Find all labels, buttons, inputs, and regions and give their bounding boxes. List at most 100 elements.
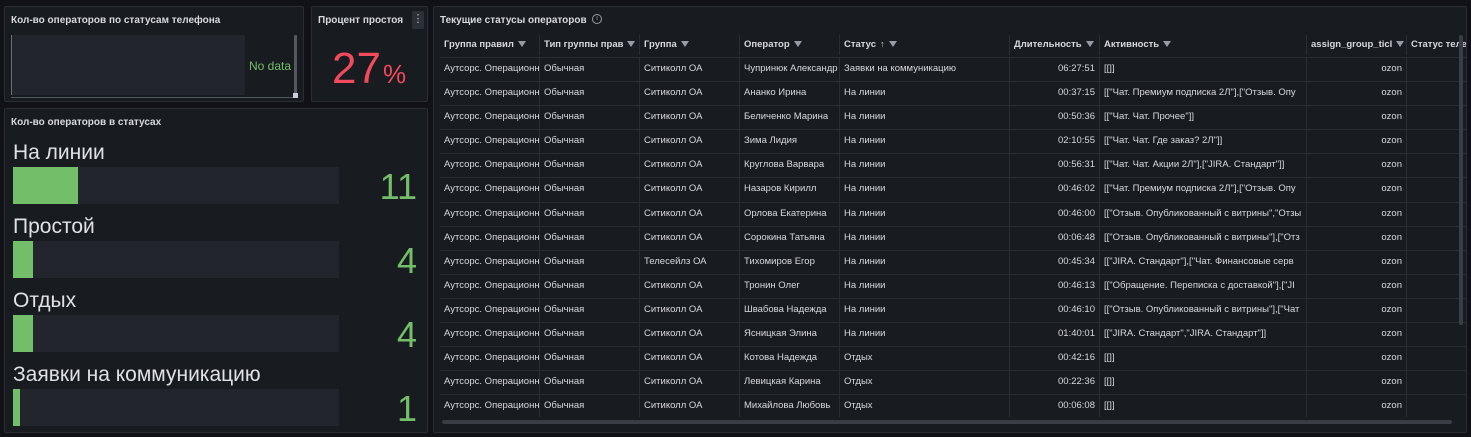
table-cell: Аутсорс. Операционн bbox=[440, 250, 540, 274]
table-row[interactable]: Аутсорс. Операционн Обычная Ситиколл ОА Ясн… bbox=[440, 322, 1466, 347]
table-cell: [[]] bbox=[1100, 347, 1307, 371]
table-cell: [["JIRA. Стандарт","JIRA. Стандарт"]] bbox=[1100, 323, 1307, 347]
panel-title: Текущие статусы операторов bbox=[440, 15, 587, 26]
table-cell: 00:22:36 bbox=[1010, 371, 1100, 395]
table-row[interactable]: Аутсорс. Операционн Обычная Ситиколл ОА Мих… bbox=[440, 394, 1466, 417]
table-cell: 01:40:01 bbox=[1010, 323, 1100, 347]
column-header[interactable]: Статус теле bbox=[1407, 35, 1466, 55]
table-cell: Аутсорс. Операционн bbox=[440, 130, 540, 154]
filter-icon[interactable] bbox=[627, 41, 636, 48]
table-body: Аутсорс. Операционн Обычная Ситиколл ОА Чуп… bbox=[440, 57, 1466, 417]
table-row[interactable]: Аутсорс. Операционн Обычная Ситиколл ОА Кот… bbox=[440, 346, 1466, 371]
table-cell: 00:46:00 bbox=[1010, 202, 1100, 226]
gauge-track bbox=[13, 389, 339, 426]
table-cell: На линии bbox=[840, 154, 1010, 178]
table-cell: [["JIRA. Стандарт"],["Чат. Финансовые се… bbox=[1100, 250, 1307, 274]
column-header[interactable]: Группа правил bbox=[440, 35, 540, 55]
table-cell: На линии bbox=[840, 130, 1010, 154]
table-cell: ozon bbox=[1307, 178, 1407, 202]
table-cell: 00:42:16 bbox=[1010, 347, 1100, 371]
filter-icon[interactable] bbox=[1163, 41, 1172, 48]
table-cell: ozon bbox=[1307, 106, 1407, 130]
vertical-scrollbar[interactable] bbox=[294, 35, 297, 95]
filter-icon[interactable] bbox=[793, 41, 802, 48]
table-cell: Аутсорс. Операционн bbox=[440, 371, 540, 395]
panel-menu-icon[interactable]: ⋮ bbox=[412, 11, 424, 29]
filter-icon[interactable] bbox=[888, 41, 897, 48]
table-cell bbox=[1407, 227, 1466, 250]
filter-icon[interactable] bbox=[517, 41, 526, 48]
table-row[interactable]: Аутсорс. Операционн Обычная Ситиколл ОА Бел… bbox=[440, 105, 1466, 130]
gauge-label: Заявки на коммуникацию bbox=[13, 363, 261, 386]
table-cell: Телесейлз ОА bbox=[640, 250, 740, 274]
table-cell: Сорокина Татьяна bbox=[740, 226, 840, 250]
table-cell: Орлова Екатерина bbox=[740, 202, 840, 226]
sort-ascending-icon[interactable]: ↑ bbox=[880, 39, 885, 49]
table-cell: На линии bbox=[840, 226, 1010, 250]
stat-number: 27 bbox=[332, 44, 381, 93]
vertical-scrollbar[interactable] bbox=[1459, 35, 1463, 325]
table-cell: 00:06:48 bbox=[1010, 226, 1100, 250]
table-cell: Аутсорс. Операционн bbox=[440, 202, 540, 226]
table-cell bbox=[1407, 347, 1466, 370]
table-cell bbox=[1407, 275, 1466, 298]
table-row[interactable]: Аутсорс. Операционн Обычная Ситиколл ОА Шва… bbox=[440, 297, 1466, 323]
table-cell: [["Отзыв. Опубликованный с витрины"],["О… bbox=[1100, 226, 1307, 250]
gauge-track bbox=[13, 315, 339, 352]
table-cell: 00:46:02 bbox=[1010, 178, 1100, 202]
panel-title: Процент простоя bbox=[318, 15, 404, 26]
table-row[interactable]: Аутсорс. Операционн Обычная Ситиколл ОА Чуп… bbox=[440, 57, 1466, 82]
table-cell: 00:46:13 bbox=[1010, 274, 1100, 298]
table-cell: Ситиколл ОА bbox=[640, 130, 740, 154]
table-cell: Ситиколл ОА bbox=[640, 82, 740, 106]
horizontal-scrollbar[interactable] bbox=[442, 420, 1452, 424]
horizontal-scrollbar[interactable] bbox=[11, 97, 297, 98]
table-cell: [[]] bbox=[1100, 371, 1307, 395]
gauge-row: Отдых 4 bbox=[11, 289, 423, 363]
table-row[interactable]: Аутсорс. Операционн Обычная Ситиколл ОА Орл… bbox=[440, 201, 1466, 226]
table-cell: 00:50:36 bbox=[1010, 106, 1100, 130]
table-cell: Обычная bbox=[540, 371, 640, 395]
table-row[interactable]: Аутсорс. Операционн Обычная Ситиколл ОА Ана… bbox=[440, 81, 1466, 106]
column-header[interactable]: Группа bbox=[640, 35, 740, 55]
operator-status-panel: Кол-во операторов в статусах На линии 11… bbox=[4, 108, 428, 433]
column-header[interactable]: Тип группы прав bbox=[540, 35, 640, 55]
table-cell: Обычная bbox=[540, 178, 640, 202]
column-header-label: Статус bbox=[844, 39, 877, 50]
table-cell: Обычная bbox=[540, 154, 640, 178]
table-cell: Швабова Надежда bbox=[740, 298, 840, 323]
filter-icon[interactable] bbox=[680, 41, 689, 48]
column-header[interactable]: Статус ↑ bbox=[840, 35, 1010, 55]
column-header[interactable]: Оператор bbox=[740, 35, 840, 55]
table-cell: ozon bbox=[1307, 371, 1407, 395]
table-row[interactable]: Аутсорс. Операционн Обычная Ситиколл ОА Наз… bbox=[440, 177, 1466, 202]
filter-icon[interactable] bbox=[1396, 41, 1405, 48]
table-cell: Ситиколл ОА bbox=[640, 298, 740, 323]
table-row[interactable]: Аутсорс. Операционн Обычная Ситиколл ОА Тро… bbox=[440, 273, 1466, 298]
resize-handle[interactable] bbox=[293, 93, 298, 98]
table-cell: [["Чат. Премиум подписка 2Л"],["Отзыв. О… bbox=[1100, 82, 1307, 106]
column-header-label: Тип группы прав bbox=[544, 39, 624, 50]
table-cell: ozon bbox=[1307, 58, 1407, 82]
table-cell: На линии bbox=[840, 202, 1010, 226]
column-header[interactable]: Активность bbox=[1100, 35, 1307, 55]
table-row[interactable]: Аутсорс. Операционн Обычная Ситиколл ОА Сор… bbox=[440, 225, 1466, 250]
gauge-value: 4 bbox=[396, 314, 417, 355]
info-icon[interactable]: i bbox=[592, 14, 602, 24]
table-row[interactable]: Аутсорс. Операционн Обычная Телесейлз ОА Ти… bbox=[440, 249, 1466, 274]
table-cell: На линии bbox=[840, 250, 1010, 274]
table-row[interactable]: Аутсорс. Операционн Обычная Ситиколл ОА Зим… bbox=[440, 129, 1466, 154]
table-cell: Ситиколл ОА bbox=[640, 323, 740, 347]
column-header[interactable]: Длительность bbox=[1010, 35, 1100, 55]
table-cell: Аутсорс. Операционн bbox=[440, 106, 540, 130]
phone-status-panel: Кол-во операторов по статусам телефона N… bbox=[4, 6, 304, 102]
table-row[interactable]: Аутсорс. Операционн Обычная Ситиколл ОА Кру… bbox=[440, 153, 1466, 178]
table-cell: Назаров Кирилл bbox=[740, 178, 840, 202]
table-cell: [["Чат. Чат. Где заказ? 2Л"]] bbox=[1100, 130, 1307, 154]
table-row[interactable]: Аутсорс. Операционн Обычная Ситиколл ОА Лев… bbox=[440, 370, 1466, 395]
column-header[interactable]: assign_group_ticl bbox=[1307, 35, 1407, 55]
table-cell: Обычная bbox=[540, 347, 640, 371]
table-header: Группа правил Тип группы прав Группа Операт… bbox=[440, 35, 1466, 55]
gauge-fill bbox=[13, 315, 33, 352]
filter-icon[interactable] bbox=[1085, 41, 1094, 48]
